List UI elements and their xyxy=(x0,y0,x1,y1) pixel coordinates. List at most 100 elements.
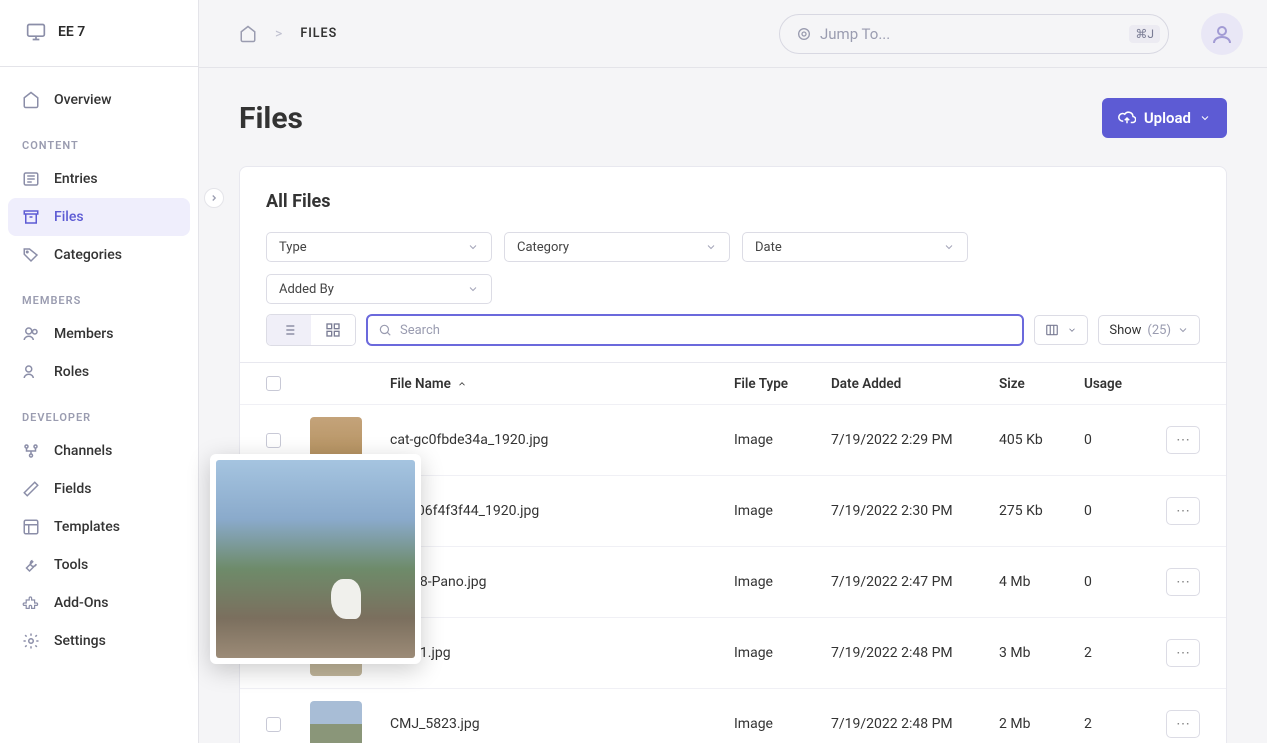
chevron-down-icon xyxy=(943,241,955,253)
row-actions-button[interactable]: ⋯ xyxy=(1166,568,1200,596)
newspaper-icon xyxy=(22,170,40,188)
select-all-checkbox[interactable] xyxy=(266,376,281,391)
cell-date: 7/19/2022 2:48 PM xyxy=(831,716,999,732)
list-view-button[interactable] xyxy=(267,315,311,345)
row-actions-button[interactable]: ⋯ xyxy=(1166,710,1200,738)
row-actions-button[interactable]: ⋯ xyxy=(1166,639,1200,667)
cell-date: 7/19/2022 2:47 PM xyxy=(831,574,999,590)
chevron-down-icon xyxy=(1177,324,1189,336)
sidebar-heading-members: MEMBERS xyxy=(8,274,190,315)
image-preview-popover xyxy=(210,454,421,664)
tag-icon xyxy=(22,246,40,264)
show-count: (25) xyxy=(1147,323,1171,338)
search-box[interactable] xyxy=(366,314,1024,346)
sidebar-item-tools[interactable]: Tools xyxy=(8,546,190,584)
users-icon xyxy=(22,325,40,343)
table-row[interactable]: CMJ_5823.jpg Image 7/19/2022 2:48 PM 2 M… xyxy=(240,689,1226,743)
user-circle-icon xyxy=(22,363,40,381)
sidebar-collapse-button[interactable] xyxy=(204,188,224,208)
filter-type[interactable]: Type xyxy=(266,232,492,262)
brand[interactable]: EE 7 xyxy=(0,0,198,67)
grid-icon xyxy=(325,322,341,338)
columns-button[interactable] xyxy=(1034,315,1088,345)
cell-name: _5718-Pano.jpg xyxy=(390,574,734,590)
list-icon xyxy=(281,322,297,338)
sidebar-item-label: Settings xyxy=(54,633,106,649)
filter-date[interactable]: Date xyxy=(742,232,968,262)
row-actions-button[interactable]: ⋯ xyxy=(1166,426,1200,454)
cell-size: 2 Mb xyxy=(999,716,1084,732)
sidebar-item-files[interactable]: Files xyxy=(8,198,190,236)
sidebar-item-channels[interactable]: Channels xyxy=(8,432,190,470)
grid-view-button[interactable] xyxy=(311,315,355,345)
cell-type: Image xyxy=(734,716,831,732)
jump-to-search[interactable]: ⌘J xyxy=(779,14,1169,54)
monitor-icon xyxy=(26,22,46,42)
gear-icon xyxy=(22,632,40,650)
sort-asc-icon xyxy=(457,379,467,389)
show-count-button[interactable]: Show (25) xyxy=(1098,315,1200,345)
cell-usage: 0 xyxy=(1084,574,1164,590)
sidebar-heading-developer: DEVELOPER xyxy=(8,391,190,432)
sidebar-item-roles[interactable]: Roles xyxy=(8,353,190,391)
sidebar-item-entries[interactable]: Entries xyxy=(8,160,190,198)
sidebar-item-label: Files xyxy=(54,209,84,225)
upload-button[interactable]: Upload xyxy=(1102,98,1227,138)
chevron-down-icon xyxy=(467,241,479,253)
cell-type: Image xyxy=(734,503,831,519)
column-header-name[interactable]: File Name xyxy=(390,376,467,392)
sidebar-item-label: Channels xyxy=(54,443,112,459)
table-header: File Name File Type Date Added Size Usag… xyxy=(240,363,1226,405)
sidebar-item-fields[interactable]: Fields xyxy=(8,470,190,508)
jump-input[interactable] xyxy=(820,25,1121,43)
cell-size: 3 Mb xyxy=(999,645,1084,661)
file-thumbnail[interactable] xyxy=(310,701,362,743)
cell-type: Image xyxy=(734,432,831,448)
home-icon xyxy=(22,91,40,109)
chevron-down-icon xyxy=(467,283,479,295)
filter-category[interactable]: Category xyxy=(504,232,730,262)
chevron-down-icon xyxy=(1067,325,1077,335)
sidebar-item-label: Categories xyxy=(54,247,122,263)
cell-usage: 2 xyxy=(1084,645,1164,661)
row-actions-button[interactable]: ⋯ xyxy=(1166,497,1200,525)
brand-label: EE 7 xyxy=(58,24,85,40)
search-input[interactable] xyxy=(400,323,1012,338)
column-header-size[interactable]: Size xyxy=(999,376,1084,392)
cell-usage: 2 xyxy=(1084,716,1164,732)
page-title: Files xyxy=(239,101,303,136)
wrench-icon xyxy=(22,556,40,574)
cell-size: 405 Kb xyxy=(999,432,1084,448)
jump-kbd: ⌘J xyxy=(1129,25,1160,43)
sidebar-item-label: Entries xyxy=(54,171,98,187)
row-checkbox[interactable] xyxy=(266,433,281,448)
columns-icon xyxy=(1045,323,1059,337)
target-icon xyxy=(796,26,812,42)
sidebar-item-members[interactable]: Members xyxy=(8,315,190,353)
sidebar-item-templates[interactable]: Templates xyxy=(8,508,190,546)
sidebar-item-overview[interactable]: Overview xyxy=(8,81,190,119)
column-header-type[interactable]: File Type xyxy=(734,376,831,392)
chevron-down-icon xyxy=(705,241,717,253)
layout-icon xyxy=(22,518,40,536)
sidebar-item-categories[interactable]: Categories xyxy=(8,236,190,274)
show-label: Show xyxy=(1109,323,1141,338)
avatar[interactable] xyxy=(1201,13,1243,55)
sidebar-item-label: Roles xyxy=(54,364,89,380)
cell-size: 4 Mb xyxy=(999,574,1084,590)
breadcrumb: > FILES xyxy=(239,25,337,43)
breadcrumb-separator: > xyxy=(275,26,282,42)
sidebar-item-addons[interactable]: Add-Ons xyxy=(8,584,190,622)
cell-usage: 0 xyxy=(1084,503,1164,519)
cell-type: Image xyxy=(734,574,831,590)
archive-icon xyxy=(22,208,40,226)
upload-label: Upload xyxy=(1144,109,1191,127)
row-checkbox[interactable] xyxy=(266,717,281,732)
edit-icon xyxy=(22,480,40,498)
sidebar-item-settings[interactable]: Settings xyxy=(8,622,190,660)
column-header-date[interactable]: Date Added xyxy=(831,376,999,392)
filter-added-by[interactable]: Added By xyxy=(266,274,492,304)
column-header-usage[interactable]: Usage xyxy=(1084,376,1164,392)
sidebar-heading-content: CONTENT xyxy=(8,119,190,160)
home-icon[interactable] xyxy=(239,25,257,43)
